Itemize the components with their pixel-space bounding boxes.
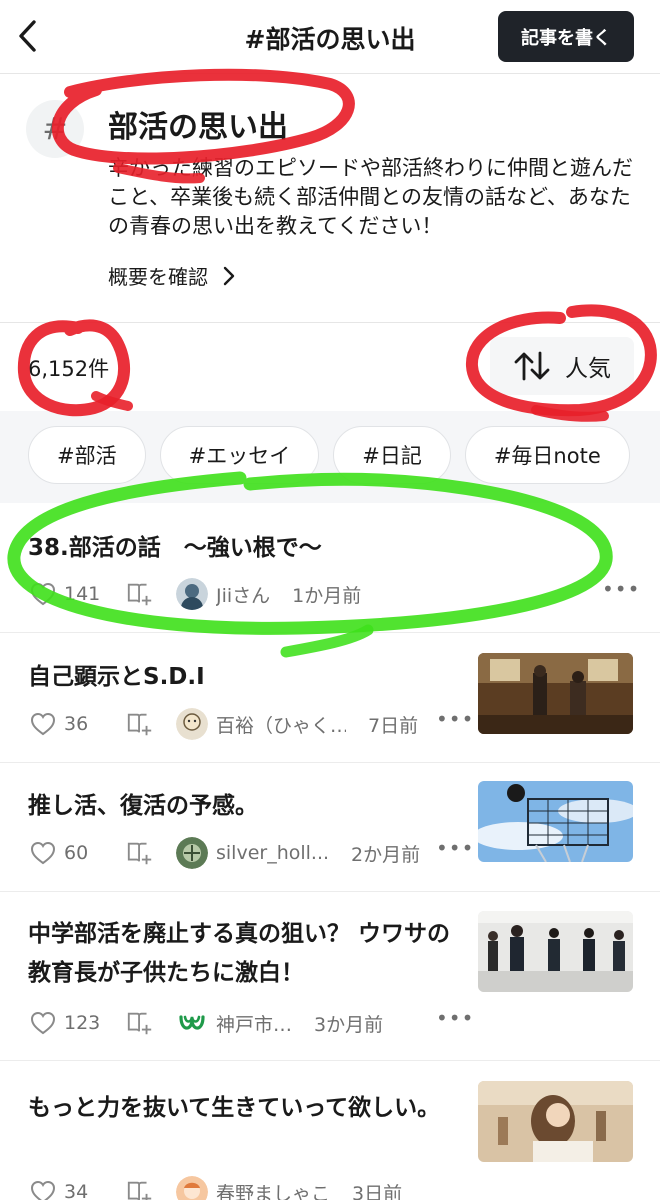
article-meta: 36 百裕（ひゃく… 7日前	[30, 708, 419, 740]
article-thumbnail[interactable]	[478, 911, 633, 992]
sort-button[interactable]: 人気	[490, 337, 634, 395]
author-name[interactable]: Jiiさん	[216, 581, 270, 608]
article-title[interactable]: 自己顕示とS.D.I	[28, 658, 458, 697]
like-button[interactable]: 60	[30, 841, 126, 865]
chip-mainichi-note[interactable]: #毎日note	[464, 426, 630, 484]
post-time: 3か月前	[314, 1013, 384, 1036]
like-count: 36	[64, 713, 89, 735]
article-title[interactable]: 中学部活を廃止する真の狙い？ ウワサの教育長が子供たちに激白！	[28, 915, 458, 993]
back-button[interactable]	[8, 14, 48, 58]
magazine-add-icon[interactable]	[126, 839, 154, 867]
like-count: 123	[64, 1012, 101, 1034]
article-title[interactable]: 38.部活の話 〜強い根で〜	[28, 529, 628, 568]
article-item[interactable]: もっと力を抜いて生きていって欲しい。 34 春野ましゃこ 3日前	[0, 1061, 660, 1200]
post-time: 3日前	[352, 1182, 403, 1200]
magazine-add-icon[interactable]	[126, 580, 154, 608]
article-item[interactable]: 中学部活を廃止する真の狙い？ ウワサの教育長が子供たちに激白！ 123 神戸市……	[0, 892, 660, 1061]
author-name[interactable]: silver_holl...	[216, 842, 329, 864]
magazine-add-icon[interactable]	[126, 1178, 154, 1200]
author-name[interactable]: 春野ましゃこ	[216, 1179, 330, 1200]
sort-arrows-icon	[514, 351, 550, 381]
overview-label: 概要を確認	[108, 265, 208, 289]
more-icon[interactable]: •••	[436, 707, 474, 731]
magazine-add-icon[interactable]	[126, 1009, 154, 1037]
tag-description: 辛かった練習のエピソードや部活終わりに仲間と遊んだこと、卒業後も続く部活仲間との…	[108, 156, 633, 238]
article-thumbnail[interactable]	[478, 1081, 633, 1162]
chevron-left-icon	[19, 20, 36, 52]
post-time: 2か月前	[351, 843, 421, 866]
article-thumbnail[interactable]	[478, 781, 633, 862]
article-title[interactable]: 推し活、復活の予感。	[28, 787, 458, 826]
chevron-right-icon	[223, 266, 235, 285]
heart-icon	[30, 1180, 56, 1200]
article-thumbnail[interactable]	[478, 653, 633, 734]
author-avatar[interactable]	[176, 578, 208, 610]
write-article-button[interactable]: 記事を書く	[498, 11, 634, 62]
sort-label: 人気	[565, 356, 611, 382]
article-count: 6,152件	[28, 357, 110, 381]
heart-icon	[30, 841, 56, 865]
chip-bukatsu[interactable]: #部活	[28, 426, 146, 484]
kobe-city-logo-icon[interactable]	[176, 1007, 208, 1039]
divider	[0, 322, 660, 323]
header-bar: #部活の思い出 記事を書く	[0, 0, 660, 74]
article-item[interactable]: 38.部活の話 〜強い根で〜 141 Jiiさん 1か月前 •••	[0, 503, 660, 633]
like-count: 34	[64, 1181, 89, 1200]
like-button[interactable]: 36	[30, 712, 126, 736]
more-icon[interactable]: •••	[436, 1006, 474, 1030]
article-meta: 60 silver_holl... 2か月前	[30, 837, 421, 869]
like-button[interactable]: 141	[30, 582, 126, 606]
more-icon[interactable]: •••	[602, 577, 640, 601]
author-avatar[interactable]	[176, 1176, 208, 1200]
related-tags-bar: #部活 #エッセイ #日記 #毎日note	[0, 411, 660, 503]
article-meta: 123 神戸市… 3か月前	[30, 1008, 383, 1038]
more-icon[interactable]: •••	[436, 836, 474, 860]
like-count: 60	[64, 842, 89, 864]
magazine-add-icon[interactable]	[126, 710, 154, 738]
like-button[interactable]: 123	[30, 1011, 126, 1035]
like-button[interactable]: 34	[30, 1180, 126, 1200]
article-item[interactable]: 自己顕示とS.D.I 36 百裕（ひゃく… 7日前 •••	[0, 633, 660, 763]
heart-icon	[30, 712, 56, 736]
article-meta: 141 Jiiさん 1か月前	[30, 578, 362, 610]
author-avatar[interactable]	[176, 708, 208, 740]
chip-diary[interactable]: #日記	[333, 426, 451, 484]
like-count: 141	[64, 583, 101, 605]
author-name[interactable]: 神戸市…	[216, 1010, 292, 1037]
article-item[interactable]: 推し活、復活の予感。 60 silver_holl... 2か月前 •••	[0, 763, 660, 892]
heart-icon	[30, 582, 56, 606]
author-name[interactable]: 百裕（ひゃく…	[216, 711, 346, 738]
tag-title: 部活の思い出	[108, 110, 288, 145]
overview-link[interactable]: 概要を確認	[108, 261, 236, 290]
heart-icon	[30, 1011, 56, 1035]
article-meta: 34 春野ましゃこ 3日前	[30, 1176, 403, 1200]
article-title[interactable]: もっと力を抜いて生きていって欲しい。	[28, 1089, 458, 1128]
author-avatar[interactable]	[176, 837, 208, 869]
chip-essay[interactable]: #エッセイ	[159, 426, 320, 484]
post-time: 1か月前	[292, 584, 362, 607]
post-time: 7日前	[368, 714, 419, 737]
hashtag-icon: #	[26, 100, 84, 158]
